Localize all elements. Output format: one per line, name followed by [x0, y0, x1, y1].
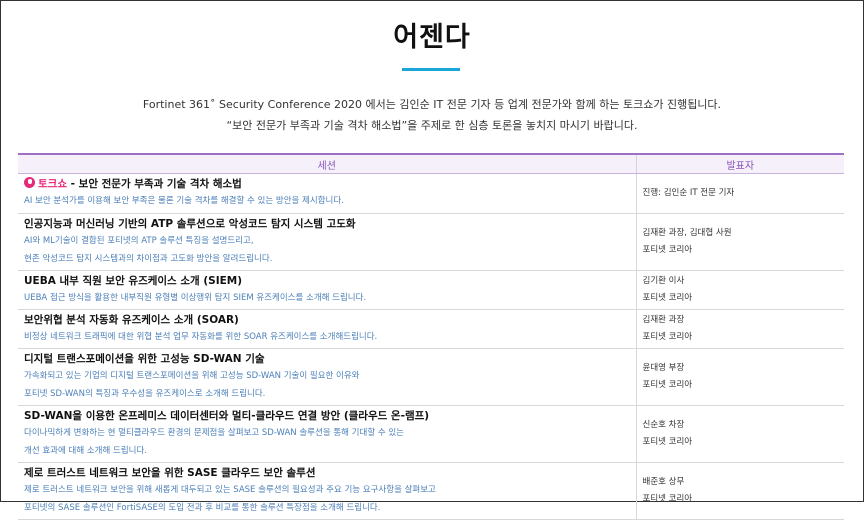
session-cell: SD-WAN을 이용한 온프레미스 데이터센터와 멀티-클라우드 연결 방안 (…	[18, 405, 637, 463]
intro-text-line2: “보안 전문가 부족과 기술 격차 해소법”을 주제로 한 심층 토론을 놓치지…	[226, 119, 638, 132]
session-cell: 제로 트러스트 네트워크 보안을 위한 SASE 클라우드 보안 솔루션 제로 …	[18, 462, 637, 520]
speaker-cell: 진행: 김인순 IT 전문 기자	[636, 173, 844, 214]
session-description: 비정상 네트워크 트래픽에 대한 위협 분석 업무 자동화를 위한 SOAR 유…	[24, 332, 378, 342]
session-cell: 인공지능과 머신러닝 기반의 ATP 솔루션으로 악성코드 탐지 시스템 고도화…	[18, 213, 637, 271]
session-description: 다이나믹하게 변화하는 현 멀티클라우드 환경의 문제점을 살펴보고 SD-WA…	[24, 428, 405, 438]
table-row: 디지털 트랜스포메이션을 위한 고성능 SD-WAN 기술 가속화되고 있는 기…	[18, 348, 844, 406]
session-description: 개선 효과에 대해 소개해 드립니다.	[24, 446, 147, 456]
speaker-cell: 배준호 상무 포티넷 코리아	[636, 462, 844, 520]
session-description: 제로 트러스트 네트워크 보안을 위해 새롭게 대두되고 있는 SASE 솔루션…	[24, 485, 436, 495]
speaker-company: 포티넷 코리아	[642, 245, 693, 255]
speaker-name: 진행: 김인순 IT 전문 기자	[642, 188, 735, 198]
session-cell: 토크쇼 - 보안 전문가 부족과 기술 격차 해소법 AI 보안 분석가를 이용…	[18, 173, 637, 214]
session-title: 보안위협 분석 자동화 유즈케이스 소개 (SOAR)	[24, 314, 239, 326]
session-cell: UEBA 내부 직원 보안 유즈케이스 소개 (SIEM) UEBA 접근 방식…	[18, 270, 637, 310]
session-title: 인공지능과 머신러닝 기반의 ATP 솔루션으로 악성코드 탐지 시스템 고도화	[24, 218, 356, 230]
table-header-row: 세션 발표자	[18, 154, 844, 174]
speaker-name: 배준호 상무	[642, 477, 685, 487]
session-title: 토크쇼 - 보안 전문가 부족과 기술 격차 해소법	[24, 177, 630, 192]
speaker-cell: 김기환 이사 포티넷 코리아	[636, 270, 844, 310]
table-row: UEBA 내부 직원 보안 유즈케이스 소개 (SIEM) UEBA 접근 방식…	[18, 270, 844, 310]
speaker-cell: 김재환 과장, 김대협 사원 포티넷 코리아	[636, 213, 844, 271]
header-session: 세션	[18, 154, 637, 174]
table-row: SD-WAN을 이용한 온프레미스 데이터센터와 멀티-클라우드 연결 방안 (…	[18, 405, 844, 463]
speaker-company: 포티넷 코리아	[642, 332, 693, 342]
session-description: 포티넷 SD-WAN의 특징과 우수성을 유즈케이스로 소개해 드립니다.	[24, 389, 266, 399]
table-row: 토크쇼 - 보안 전문가 부족과 기술 격차 해소법 AI 보안 분석가를 이용…	[18, 173, 844, 214]
session-title: SD-WAN을 이용한 온프레미스 데이터센터와 멀티-클라우드 연결 방안 (…	[24, 410, 430, 422]
session-description: 현존 악성코드 탐지 시스템과의 차이점과 고도화 방안을 알려드립니다.	[24, 254, 273, 264]
speaker-company: 포티넷 코리아	[642, 437, 693, 447]
intro-text-line1: Fortinet 361˚ Security Conference 2020 에…	[142, 98, 722, 111]
speaker-name: 신순호 차장	[642, 420, 685, 430]
speaker-name: 김기환 이사	[642, 276, 685, 286]
speaker-name: 윤대영 부장	[642, 363, 685, 373]
table-row: 보안위협 분석 자동화 유즈케이스 소개 (SOAR) 비정상 네트워크 트래픽…	[18, 309, 844, 349]
title-underline	[402, 68, 460, 71]
session-cell: 보안위협 분석 자동화 유즈케이스 소개 (SOAR) 비정상 네트워크 트래픽…	[18, 309, 637, 349]
table-row: 제로 트러스트 네트워크 보안을 위한 SASE 클라우드 보안 솔루션 제로 …	[18, 462, 844, 520]
session-description: AI 보안 분석가를 이용해 보안 부족은 물론 기술 격차를 해결할 수 있는…	[24, 196, 344, 206]
speaker-cell: 신순호 차장 포티넷 코리아	[636, 405, 844, 463]
agenda-table: 세션 발표자 토크쇼 - 보안 전문가 부족과 기술 격차 해소법 AI 보안 …	[18, 153, 844, 520]
speaker-cell: 김재환 과장 포티넷 코리아	[636, 309, 844, 349]
session-description: 가속화되고 있는 기업의 디지털 트랜스포메이션을 위해 고성능 SD-WAN …	[24, 371, 360, 381]
speaker-company: 포티넷 코리아	[642, 293, 693, 303]
session-description: AI와 ML기술이 결합된 포티넷의 ATP 솔루션 특징을 설명드리고,	[24, 236, 254, 246]
session-title: 디지털 트랜스포메이션을 위한 고성능 SD-WAN 기술	[24, 353, 265, 365]
microphone-icon	[24, 177, 35, 188]
speaker-company: 포티넷 코리아	[642, 494, 693, 504]
speaker-name: 김재환 과장	[642, 315, 685, 325]
speaker-company: 포티넷 코리아	[642, 380, 693, 390]
session-cell: 디지털 트랜스포메이션을 위한 고성능 SD-WAN 기술 가속화되고 있는 기…	[18, 348, 637, 406]
session-title: UEBA 내부 직원 보안 유즈케이스 소개 (SIEM)	[24, 275, 243, 287]
session-title: 제로 트러스트 네트워크 보안을 위한 SASE 클라우드 보안 솔루션	[24, 467, 316, 479]
page-title: 어젠다	[393, 22, 471, 53]
session-description: UEBA 접근 방식을 활용한 내부직원 유형별 이상행위 탐지 SIEM 유즈…	[24, 293, 367, 303]
header-speaker: 발표자	[636, 154, 844, 174]
talk-show-label: 토크쇼	[38, 178, 67, 190]
session-title-text: - 보안 전문가 부족과 기술 격차 해소법	[66, 178, 242, 190]
speaker-cell: 윤대영 부장 포티넷 코리아	[636, 348, 844, 406]
speaker-name: 김재환 과장, 김대협 사원	[642, 228, 732, 238]
table-row: 인공지능과 머신러닝 기반의 ATP 솔루션으로 악성코드 탐지 시스템 고도화…	[18, 213, 844, 271]
